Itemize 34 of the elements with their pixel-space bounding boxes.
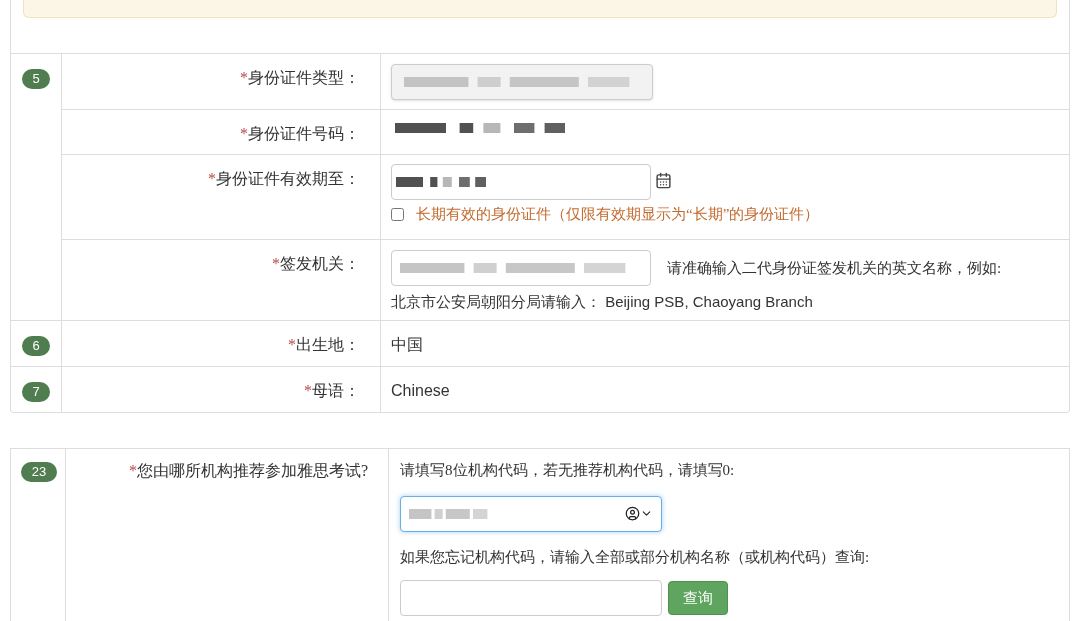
field-value: 中国 <box>391 335 424 355</box>
required-mark: * <box>304 381 312 401</box>
number-badge: 7 <box>22 381 50 402</box>
number-badge: 6 <box>22 335 50 356</box>
field-label: 签发机关： <box>280 254 360 274</box>
required-mark: * <box>272 254 280 274</box>
user-icon <box>625 506 640 521</box>
checkbox-label: 长期有效的身份证件（仅限有效期显示为“长期”的身份证件） <box>416 205 820 224</box>
search-hint-text: 如果您忘记机构代码，请输入全部或部分机构名称（或机构代码）查询: <box>400 547 871 567</box>
number-badge: 5 <box>22 68 50 89</box>
field-label: 身份证件有效期至： <box>216 169 360 189</box>
date-field[interactable] <box>391 164 651 200</box>
checkbox[interactable] <box>391 207 404 221</box>
required-mark: * <box>128 461 137 481</box>
field-value: Chinese <box>391 381 451 401</box>
field-label: 母语： <box>312 381 360 401</box>
select-field[interactable] <box>391 64 653 100</box>
instruction-text: 请填写8位机构代码，若无推荐机构代码，请填写0: <box>400 461 736 480</box>
number-badge: 23 <box>21 461 57 482</box>
search-field[interactable] <box>400 580 662 616</box>
field-label: 身份证件号码： <box>248 124 360 144</box>
required-mark: * <box>288 335 296 355</box>
field-label: 身份证件类型： <box>248 68 360 88</box>
required-mark: * <box>240 68 248 88</box>
text-field[interactable] <box>391 250 651 286</box>
hint-text: 北京市公安局朝阳分局请输入： Beijing PSB, Chaoyang Branch <box>391 292 814 312</box>
field-label: 您由哪所机构推荐参加雅思考试? <box>136 461 368 481</box>
calendar-icon[interactable] <box>655 172 672 189</box>
hint-text: 请准确输入二代身份证签发机关的英文名称，例如: <box>667 258 1002 278</box>
field-label: 出生地： <box>296 335 360 355</box>
required-mark: * <box>208 169 216 189</box>
select-field[interactable] <box>400 495 662 532</box>
required-mark: * <box>240 124 248 144</box>
search-button[interactable]: 查询 <box>668 581 728 615</box>
